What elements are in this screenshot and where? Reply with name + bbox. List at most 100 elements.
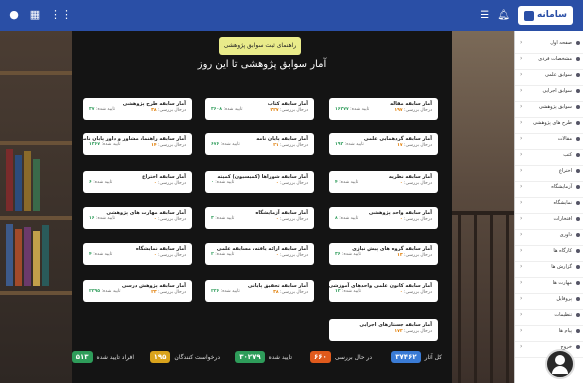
stat-card-supervision[interactable]: آمار سابقه راهنما، مشاور و داور پایان نا… xyxy=(81,133,192,155)
railing-post xyxy=(458,215,461,383)
card-approved: تایید شده: ۱۲ xyxy=(335,289,361,294)
stat-card-invention[interactable]: آمار سابقه اختراع درحال بررسی: ۰ تایید ش… xyxy=(83,171,192,193)
card-pending: درحال بررسی: ۱۴ xyxy=(151,143,186,148)
sidebar-item-label: تنظیمات xyxy=(554,312,572,318)
info-icon[interactable]: ● xyxy=(8,8,20,22)
stat-card-thesis[interactable]: آمار سابقه پایان نامه درحال بررسی: ۲۱ تا… xyxy=(205,133,314,155)
chevron-left-icon: ‹ xyxy=(520,199,523,206)
briefcase-icon xyxy=(576,89,580,93)
stat-card-exhibition[interactable]: آمار سابقه نمایشگاه درحال بررسی: ۰ تایید… xyxy=(83,243,192,265)
card-title: آمار سابقه کتاب xyxy=(267,101,308,107)
app-logo[interactable]: سامانه xyxy=(517,6,573,25)
chevron-left-icon: ‹ xyxy=(520,215,523,222)
book2-icon xyxy=(576,153,580,157)
stat-card-theory[interactable]: آمار سابقه نظریه درحال بررسی: ۰ تایید شد… xyxy=(329,171,438,193)
card-approved: تایید شده: ۸ xyxy=(335,216,359,221)
card-approved: تایید شده: ۶۷۶ xyxy=(211,142,240,147)
stat-card-research-plan[interactable]: آمار سابقه طرح پژوهشی درحال بررسی: ۳۸ تا… xyxy=(83,98,192,120)
sidebar-item-label: افتخارات xyxy=(553,216,572,222)
card-approved: تایید شده: ۰ xyxy=(211,180,235,185)
book xyxy=(33,231,40,286)
book xyxy=(24,151,31,211)
star-icon xyxy=(576,281,580,285)
stat-card-conference[interactable]: آمار سابقه گردهمایی علمی درحال بررسی: ۱۷… xyxy=(329,133,438,155)
card-approved: تایید شده: ۱۹۲ xyxy=(335,142,364,147)
chevron-left-icon: ‹ xyxy=(520,343,523,350)
shelf xyxy=(0,216,72,220)
railing-post xyxy=(506,215,509,383)
top-bar-right: ☰ 🔔︎ سامانه xyxy=(480,6,573,25)
chevron-left-icon: ‹ xyxy=(520,279,523,286)
chevron-left-icon: ‹ xyxy=(520,327,523,334)
card-approved: تایید شده: ۴ xyxy=(335,180,359,185)
logout-icon xyxy=(576,345,580,349)
stat-value: ۳۰۲۷۹ xyxy=(235,351,265,363)
card-pending: درحال بررسی: ۰ xyxy=(399,181,432,186)
stat-card-course-research[interactable]: آمار سابقه پژوهش درسی درحال بررسی: ۲۳ تا… xyxy=(83,280,192,302)
stat-label: افراد تایید شده xyxy=(96,353,134,361)
shelf xyxy=(0,291,72,295)
card-approved: تایید شده: ۲ xyxy=(211,252,235,257)
paper-icon xyxy=(576,137,580,141)
stat-applicants: درخواست کنندگان ۱۹۵ xyxy=(149,351,220,363)
top-bar-left-icons: ● ▦ ⋮⋮ xyxy=(8,8,72,22)
scale-icon xyxy=(576,233,580,237)
stat-label: درخواست کنندگان xyxy=(174,353,220,361)
card-pending: درحال بررسی: ۰ xyxy=(153,217,186,222)
apps-icon[interactable]: ⋮⋮ xyxy=(50,8,72,22)
stat-value: ۵۱۳ xyxy=(71,351,93,363)
card-pending: درحال بررسی: ۲۳ xyxy=(151,290,186,295)
card-pending: درحال بررسی: ۰ xyxy=(153,181,186,186)
stat-card-laboratory[interactable]: آمار سابقه آزمایشگاه درحال بررسی: ۰ تایی… xyxy=(205,207,314,229)
background-library-right xyxy=(452,31,514,383)
card-title: آمار سابقه واحد پژوهشی xyxy=(368,210,432,216)
book xyxy=(33,159,40,211)
chevron-left-icon: ‹ xyxy=(520,183,523,190)
mail-icon xyxy=(576,329,580,333)
user-avatar[interactable] xyxy=(545,349,575,379)
main-panel: راهنمای ثبت سوابق پژوهشی آمار سوابق پژوه… xyxy=(71,31,452,383)
chevron-left-icon: ‹ xyxy=(520,247,523,254)
card-title: آمار سابقه نمایشگاه xyxy=(135,246,186,252)
stat-card-research-unit[interactable]: آمار سابقه واحد پژوهشی درحال بررسی: ۰ تا… xyxy=(329,207,438,229)
grid-icon[interactable]: ▦ xyxy=(29,8,41,22)
stat-card-competition[interactable]: آمار سابقه ارائه یافته، مسابقه علمی درحا… xyxy=(205,243,314,265)
stat-card-council[interactable]: آمار سابقه شوراها (کمیسیون) کمیته درحال … xyxy=(205,171,314,193)
home-icon xyxy=(576,41,580,45)
chevron-left-icon: ‹ xyxy=(520,151,523,158)
card-title: آمار سابقه پایان نامه xyxy=(256,136,308,142)
card-pending: درحال بررسی: ۰ xyxy=(153,253,186,258)
list-icon[interactable]: ☰ xyxy=(480,10,489,21)
stat-card-prerequisite-groups[interactable]: آمار سابقه گروه های پیش نیازی درحال بررس… xyxy=(329,243,438,265)
stat-card-executive[interactable]: آمار سابقه جستارهای اجرایی درحال بررسی: … xyxy=(329,319,438,341)
card-pending: درحال بررسی: ۲۲۷ xyxy=(270,108,308,113)
chevron-left-icon: ‹ xyxy=(520,71,523,78)
sidebar-item-label: سوابق اجرایی xyxy=(542,88,573,94)
research-guide-button[interactable]: راهنمای ثبت سوابق پژوهشی xyxy=(219,37,301,55)
sidebar: صفحه اول ‹ مشخصات فردی ‹ سوابق علمی ‹ سوابق اج… xyxy=(514,31,583,383)
card-approved: تایید شده: ۳۶ xyxy=(335,252,361,257)
railing-post xyxy=(474,215,477,383)
card-pending: درحال بررسی: ۰ xyxy=(275,181,308,186)
chevron-left-icon: ‹ xyxy=(520,119,523,126)
card-title: آمار سابقه نظریه xyxy=(388,174,432,180)
award-icon xyxy=(576,217,580,221)
card-approved: تایید شده: ۶ xyxy=(89,180,113,185)
card-approved: تایید شده: ۳۶۰۸ xyxy=(211,107,243,112)
sidebar-item-label: داوری xyxy=(559,232,572,238)
card-title: آمار سابقه گردهمایی علمی xyxy=(363,136,432,142)
background-bookshelf-left xyxy=(0,31,72,383)
logo-mark-icon xyxy=(523,10,534,21)
sidebar-item-label: اختراع xyxy=(558,168,572,174)
stat-card-research-skills[interactable]: آمار سابقه مهارت های پژوهشی درحال بررسی:… xyxy=(83,207,192,229)
bell-icon[interactable]: 🔔︎ xyxy=(497,10,510,21)
book-icon xyxy=(576,73,580,77)
stat-card-book[interactable]: آمار سابقه کتاب درحال بررسی: ۲۲۷ تایید ش… xyxy=(205,98,314,120)
stat-label: در حال بررسی xyxy=(334,353,372,361)
stat-card-final-research[interactable]: آمار سابقه تحقیق پایانی درحال بررسی: ۳۸ … xyxy=(205,280,314,302)
summary-stats: کل آثار ۳۷۴۶۲ در حال بررسی ۶۶۰ تایید شده… xyxy=(71,349,452,369)
card-approved: تایید شده: ۱۶ xyxy=(89,216,115,221)
stat-approved: تایید شده ۳۰۲۷۹ xyxy=(235,351,292,363)
stat-card-scientific-center[interactable]: آمار سابقه کانون علمی واحدهای آموزشی درح… xyxy=(328,280,438,302)
stat-card-article[interactable]: آمار سابقه مقاله درحال بررسی: ۱۹۷ تایید … xyxy=(329,98,438,120)
